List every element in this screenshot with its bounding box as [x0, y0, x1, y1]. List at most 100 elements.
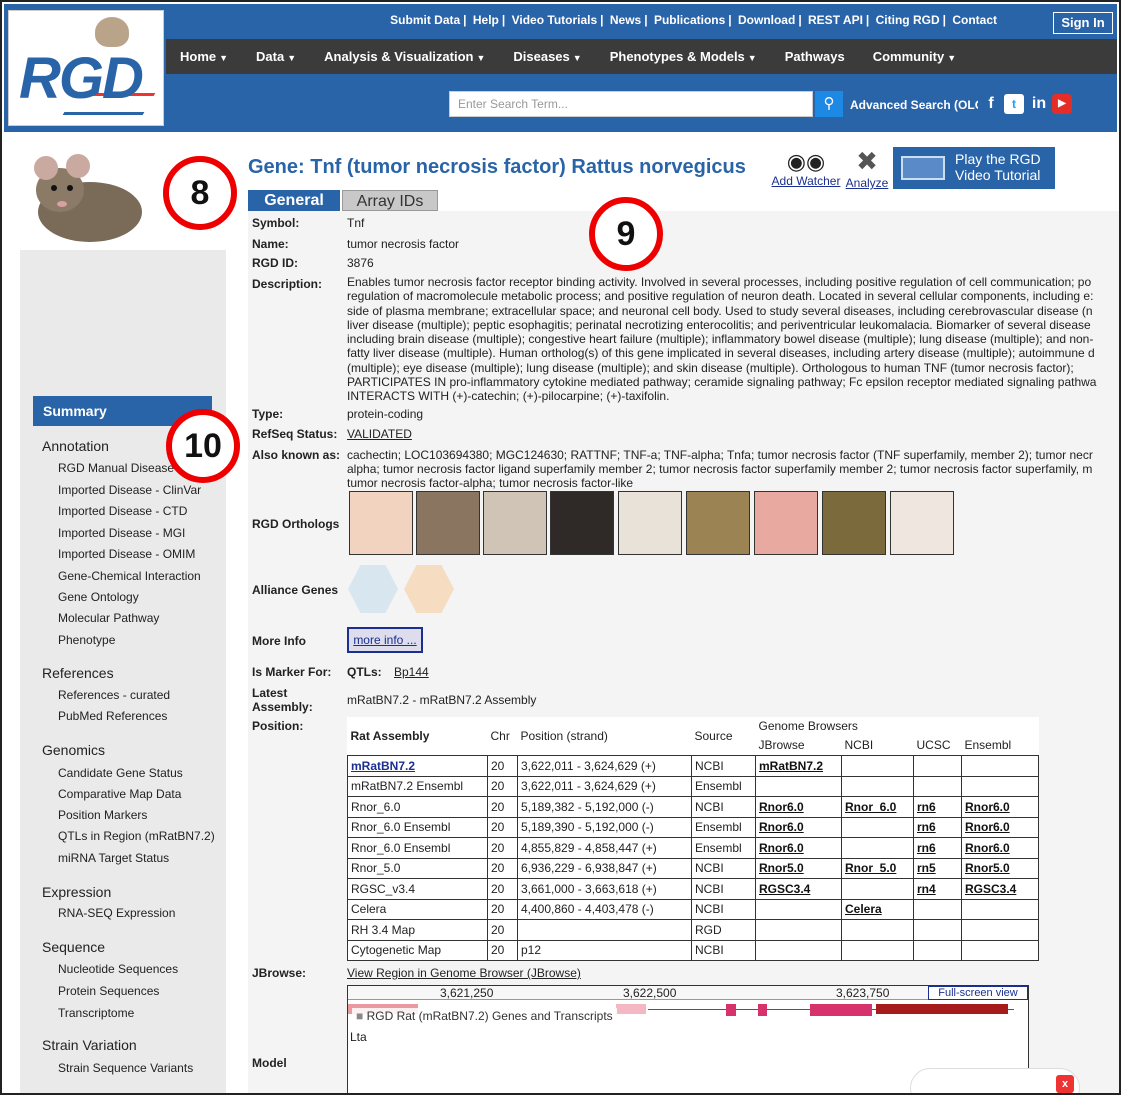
table-cell[interactable]: Rnor5.0	[755, 857, 842, 879]
sidebar-item-molecular-pathway[interactable]: Molecular Pathway	[58, 611, 159, 625]
transcript-feature[interactable]	[616, 1004, 646, 1014]
full-screen-button[interactable]: Full-screen view	[928, 986, 1028, 1000]
top-link-publications[interactable]: Publications	[654, 13, 725, 27]
sidebar-item-gene-chemical[interactable]: Gene-Chemical Interaction	[58, 569, 201, 583]
nav-diseases[interactable]: Diseases ▼	[499, 49, 595, 64]
table-cell[interactable]: mRatBN7.2	[755, 755, 842, 777]
ortholog-squirrel-image[interactable]	[686, 491, 750, 555]
table-cell	[841, 816, 914, 838]
sidebar-section-genomics[interactable]: Genomics	[42, 742, 105, 758]
table-cell[interactable]: rn6	[913, 837, 962, 859]
nav-community[interactable]: Community ▼	[859, 49, 970, 64]
table-cell[interactable]: RGSC3.4	[755, 878, 842, 900]
sidebar-item-mirna[interactable]: miRNA Target Status	[58, 851, 169, 865]
facebook-icon[interactable]: f	[984, 94, 998, 114]
sidebar-item-position-markers[interactable]: Position Markers	[58, 808, 147, 822]
twitter-icon[interactable]: t	[1004, 94, 1024, 114]
sidebar-item-references-curated[interactable]: References - curated	[58, 688, 170, 702]
sidebar-item-ctd[interactable]: Imported Disease - CTD	[58, 504, 187, 518]
exon-feature[interactable]	[810, 1004, 872, 1016]
ortholog-bonobo-image[interactable]	[550, 491, 614, 555]
sidebar-item-candidate-gene[interactable]: Candidate Gene Status	[58, 766, 183, 780]
ortholog-pig-image[interactable]	[754, 491, 818, 555]
top-link-citing-rgd[interactable]: Citing RGD	[876, 13, 940, 27]
top-link-news[interactable]: News	[610, 13, 641, 27]
refseq-value[interactable]: VALIDATED	[347, 427, 412, 441]
top-link-rest-api[interactable]: REST API	[808, 13, 863, 27]
sidebar-item-strain-variants[interactable]: Strain Sequence Variants	[58, 1061, 193, 1075]
sidebar-item-rnaseq[interactable]: RNA-SEQ Expression	[58, 906, 175, 920]
table-cell[interactable]: rn6	[913, 796, 962, 818]
sidebar-item-nucleotide[interactable]: Nucleotide Sequences	[58, 962, 178, 976]
ortholog-mouse-image[interactable]	[416, 491, 480, 555]
more-info-button[interactable]: more info ...	[347, 627, 423, 653]
table-cell[interactable]: Rnor6.0	[961, 796, 1039, 818]
youtube-icon[interactable]: ▶	[1052, 94, 1072, 114]
sidebar-item-mgi[interactable]: Imported Disease - MGI	[58, 526, 185, 540]
table-cell[interactable]: Rnor6.0	[755, 816, 842, 838]
sidebar-section-expression[interactable]: Expression	[42, 884, 111, 900]
sidebar-item-transcriptome[interactable]: Transcriptome	[58, 1006, 134, 1020]
top-link-download[interactable]: Download	[738, 13, 795, 27]
top-link-help[interactable]: Help	[473, 13, 499, 27]
sidebar-item-gene-ontology[interactable]: Gene Ontology	[58, 590, 139, 604]
linkedin-icon[interactable]: in	[1028, 94, 1050, 114]
sidebar-section-annotation[interactable]: Annotation	[42, 438, 109, 454]
top-link-video-tutorials[interactable]: Video Tutorials	[512, 13, 598, 27]
sidebar-section-sequence[interactable]: Sequence	[42, 939, 105, 955]
table-cell[interactable]: Rnor_6.0	[841, 796, 914, 818]
exon-feature[interactable]	[876, 1004, 1008, 1014]
table-cell[interactable]: Rnor6.0	[961, 837, 1039, 859]
table-cell[interactable]: Celera	[841, 898, 914, 920]
ortholog-green-monkey-image[interactable]	[822, 491, 886, 555]
table-cell[interactable]: Rnor5.0	[961, 857, 1039, 879]
ortholog-chinchilla-image[interactable]	[483, 491, 547, 555]
add-watcher-button[interactable]: ◉◉ Add Watcher	[770, 150, 842, 189]
nav-home[interactable]: Home ▼	[166, 49, 242, 64]
advanced-search-link[interactable]: Advanced Search (OLG	[850, 98, 978, 112]
floating-toolbar[interactable]	[910, 1068, 1080, 1093]
tab-general[interactable]: General	[248, 190, 340, 211]
table-cell[interactable]: rn6	[913, 816, 962, 838]
sidebar-item-comparative-map[interactable]: Comparative Map Data	[58, 787, 181, 801]
sidebar-item-pubmed[interactable]: PubMed References	[58, 709, 167, 723]
ortholog-human-image[interactable]	[349, 491, 413, 555]
table-cell[interactable]: mRatBN7.2	[347, 755, 488, 777]
video-tutorial-button[interactable]: Play the RGD Video Tutorial	[893, 147, 1055, 189]
nav-data[interactable]: Data ▼	[242, 49, 310, 64]
table-cell[interactable]: Rnor_5.0	[841, 857, 914, 879]
table-cell: Cytogenetic Map	[347, 939, 488, 961]
sidebar-item-clinvar[interactable]: Imported Disease - ClinVar	[58, 483, 201, 497]
exon-feature[interactable]	[726, 1004, 736, 1016]
sidebar-section-strain-variation[interactable]: Strain Variation	[42, 1037, 137, 1053]
sidebar-item-phenotype[interactable]: Phenotype	[58, 633, 115, 647]
tab-array-ids[interactable]: Array IDs	[342, 190, 438, 211]
nav-analysis[interactable]: Analysis & Visualization ▼	[310, 49, 499, 64]
close-icon[interactable]: x	[1056, 1075, 1074, 1093]
ortholog-dog-image[interactable]	[618, 491, 682, 555]
table-cell[interactable]: rn4	[913, 878, 962, 900]
nav-phenotypes[interactable]: Phenotypes & Models ▼	[596, 49, 771, 64]
sign-in-button[interactable]: Sign In	[1053, 12, 1113, 34]
marker-link-bp144[interactable]: Bp144	[394, 665, 429, 679]
search-input[interactable]: Enter Search Term...	[449, 91, 813, 117]
top-link-contact[interactable]: Contact	[952, 13, 997, 27]
nav-pathways[interactable]: Pathways	[771, 49, 859, 64]
sidebar-section-references[interactable]: References	[42, 665, 114, 681]
table-cell[interactable]: Rnor6.0	[961, 816, 1039, 838]
table-cell[interactable]: Rnor6.0	[755, 837, 842, 859]
top-link-submit-data[interactable]: Submit Data	[390, 13, 460, 27]
ortholog-mole-rat-image[interactable]	[890, 491, 954, 555]
table-cell[interactable]: RGSC3.4	[961, 878, 1039, 900]
rgd-logo[interactable]: RGD	[8, 10, 164, 126]
search-icon[interactable]: ⚲	[815, 91, 843, 117]
sidebar-item-omim[interactable]: Imported Disease - OMIM	[58, 547, 195, 561]
sidebar-item-qtls-region[interactable]: QTLs in Region (mRatBN7.2)	[58, 829, 215, 843]
table-cell[interactable]: rn5	[913, 857, 962, 879]
table-cell[interactable]: Rnor6.0	[755, 796, 842, 818]
sidebar-item-protein[interactable]: Protein Sequences	[58, 984, 159, 998]
analyze-button[interactable]: ✖ Analyze	[844, 146, 890, 190]
jbrowse-link[interactable]: View Region in Genome Browser (JBrowse)	[347, 966, 581, 980]
sidebar-item-rgd-manual-disease[interactable]: RGD Manual Disease	[58, 461, 174, 475]
exon-feature[interactable]	[758, 1004, 767, 1016]
